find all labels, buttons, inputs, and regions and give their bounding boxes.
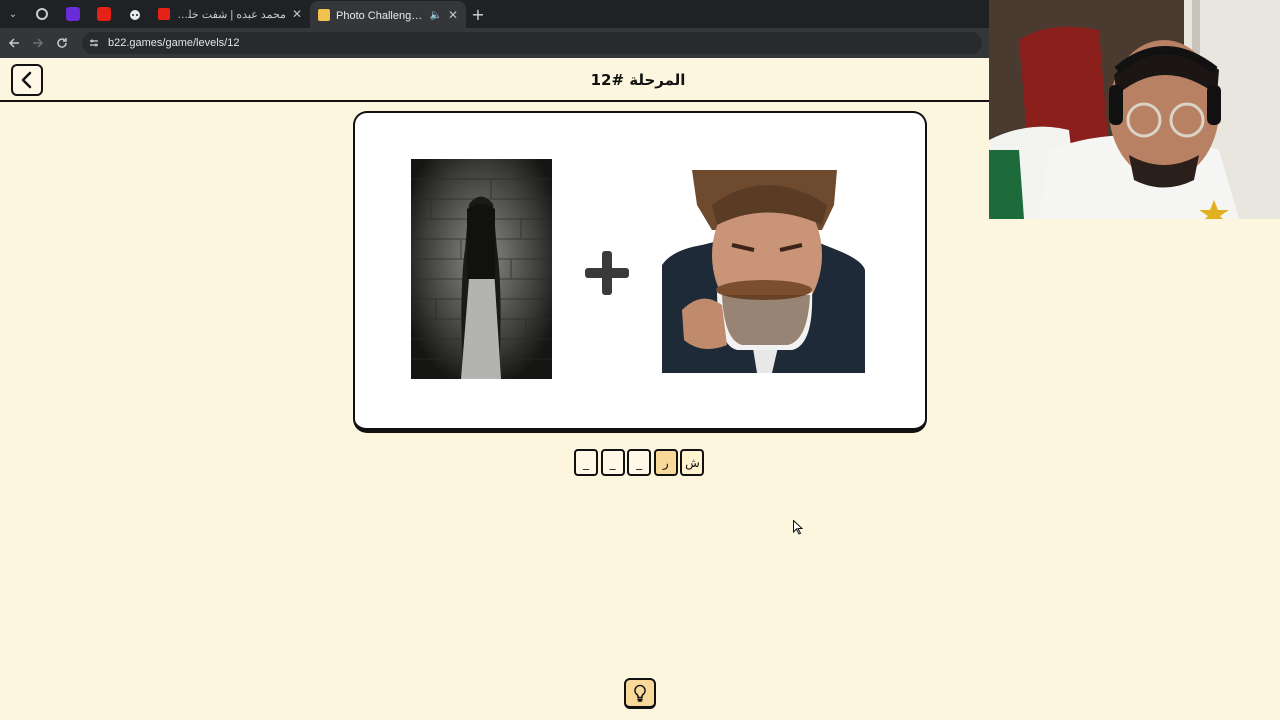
streamer-webcam	[989, 0, 1280, 219]
pinned-tab-3[interactable]	[88, 0, 119, 28]
ghost-girl-image	[411, 159, 552, 379]
pinned-youtube-icon	[96, 7, 111, 21]
answer-slot-5[interactable]: _	[574, 449, 599, 476]
back-nav-button[interactable]	[2, 28, 26, 58]
tab-title: Photo Challenge - تحدي الصور	[336, 9, 423, 22]
tab-photo-challenge[interactable]: Photo Challenge - تحدي الصور 🔈 ✕	[310, 1, 466, 29]
arrow-left-icon	[8, 38, 19, 48]
close-tab-icon[interactable]: ✕	[292, 7, 302, 21]
forward-nav-button[interactable]	[26, 28, 50, 58]
address-bar[interactable]: b22.games/game/levels/12	[82, 32, 982, 54]
page-header: المرحلة #12	[0, 58, 989, 102]
site-info-icon[interactable]	[88, 37, 100, 49]
close-tab-icon[interactable]: ✕	[448, 8, 458, 22]
speaker-icon[interactable]: 🔈	[429, 10, 441, 21]
answer-slot-3[interactable]: _	[627, 449, 652, 476]
url-text: b22.games/game/levels/12	[108, 37, 240, 49]
tab-mohammed-abdu[interactable]: محمد عبده | شفت خلي - يعد غيا ✕	[150, 0, 310, 28]
game-favicon-icon	[318, 9, 330, 21]
reload-button[interactable]	[50, 28, 74, 58]
pinned-reddit-icon	[129, 10, 140, 20]
pinned-tab-4[interactable]	[119, 0, 150, 28]
answer-slot-2[interactable]: ر	[653, 449, 678, 476]
reload-icon	[57, 38, 67, 48]
answer-slot-4[interactable]: _	[600, 449, 625, 476]
answer-slot-1[interactable]: ش	[680, 449, 705, 476]
mouse-cursor-icon	[793, 520, 803, 535]
pinned-twitch-icon	[65, 7, 80, 21]
youtube-favicon-icon	[158, 8, 170, 20]
tab-search-chevron-icon[interactable]: ⌄	[0, 0, 26, 28]
pinned-app-icon	[35, 8, 48, 20]
arrow-right-icon	[33, 38, 44, 48]
new-tab-button[interactable]: +	[466, 0, 490, 28]
lightbulb-icon	[634, 684, 646, 702]
tab-title: محمد عبده | شفت خلي - يعد غيا	[176, 8, 286, 21]
answer-slots: _ _ _ ر ش	[574, 449, 706, 476]
pinned-tab-1[interactable]	[26, 0, 57, 28]
pinned-tab-2[interactable]	[57, 0, 88, 28]
plus-icon	[585, 251, 629, 295]
man-drinking-coffee-image	[662, 170, 865, 373]
hint-button[interactable]	[624, 678, 656, 709]
back-button[interactable]	[11, 64, 43, 96]
puzzle-card	[353, 111, 927, 433]
chevron-left-icon	[21, 71, 32, 89]
